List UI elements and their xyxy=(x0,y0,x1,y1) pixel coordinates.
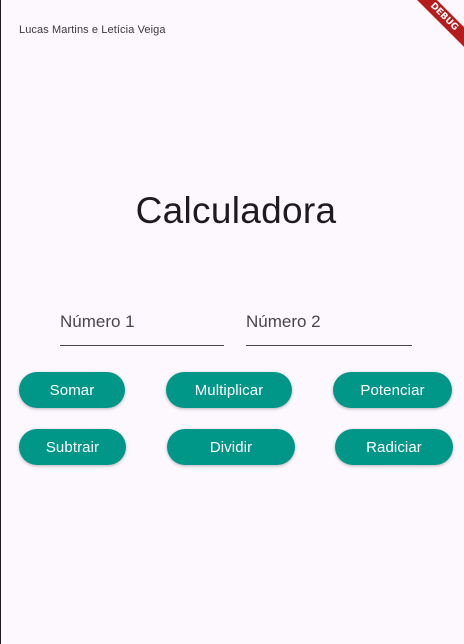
window-edge xyxy=(0,0,1,644)
radiciar-button[interactable]: Radiciar xyxy=(335,429,453,465)
numero1-field xyxy=(60,306,224,350)
subtrair-button[interactable]: Subtrair xyxy=(19,429,126,465)
dividir-button[interactable]: Dividir xyxy=(167,429,295,465)
numero2-input[interactable] xyxy=(246,306,412,346)
somar-button[interactable]: Somar xyxy=(19,372,125,408)
page-title: Calculadora xyxy=(135,190,337,231)
multiplicar-button[interactable]: Multiplicar xyxy=(166,372,292,408)
debug-badge-label: DEBUG xyxy=(406,0,464,55)
potenciar-button[interactable]: Potenciar xyxy=(333,372,452,408)
app-title: Lucas Martins e Letícia Veiga xyxy=(19,24,166,36)
debug-banner: DEBUG xyxy=(400,0,464,64)
numero2-field xyxy=(246,306,412,350)
numero1-input[interactable] xyxy=(60,306,224,346)
